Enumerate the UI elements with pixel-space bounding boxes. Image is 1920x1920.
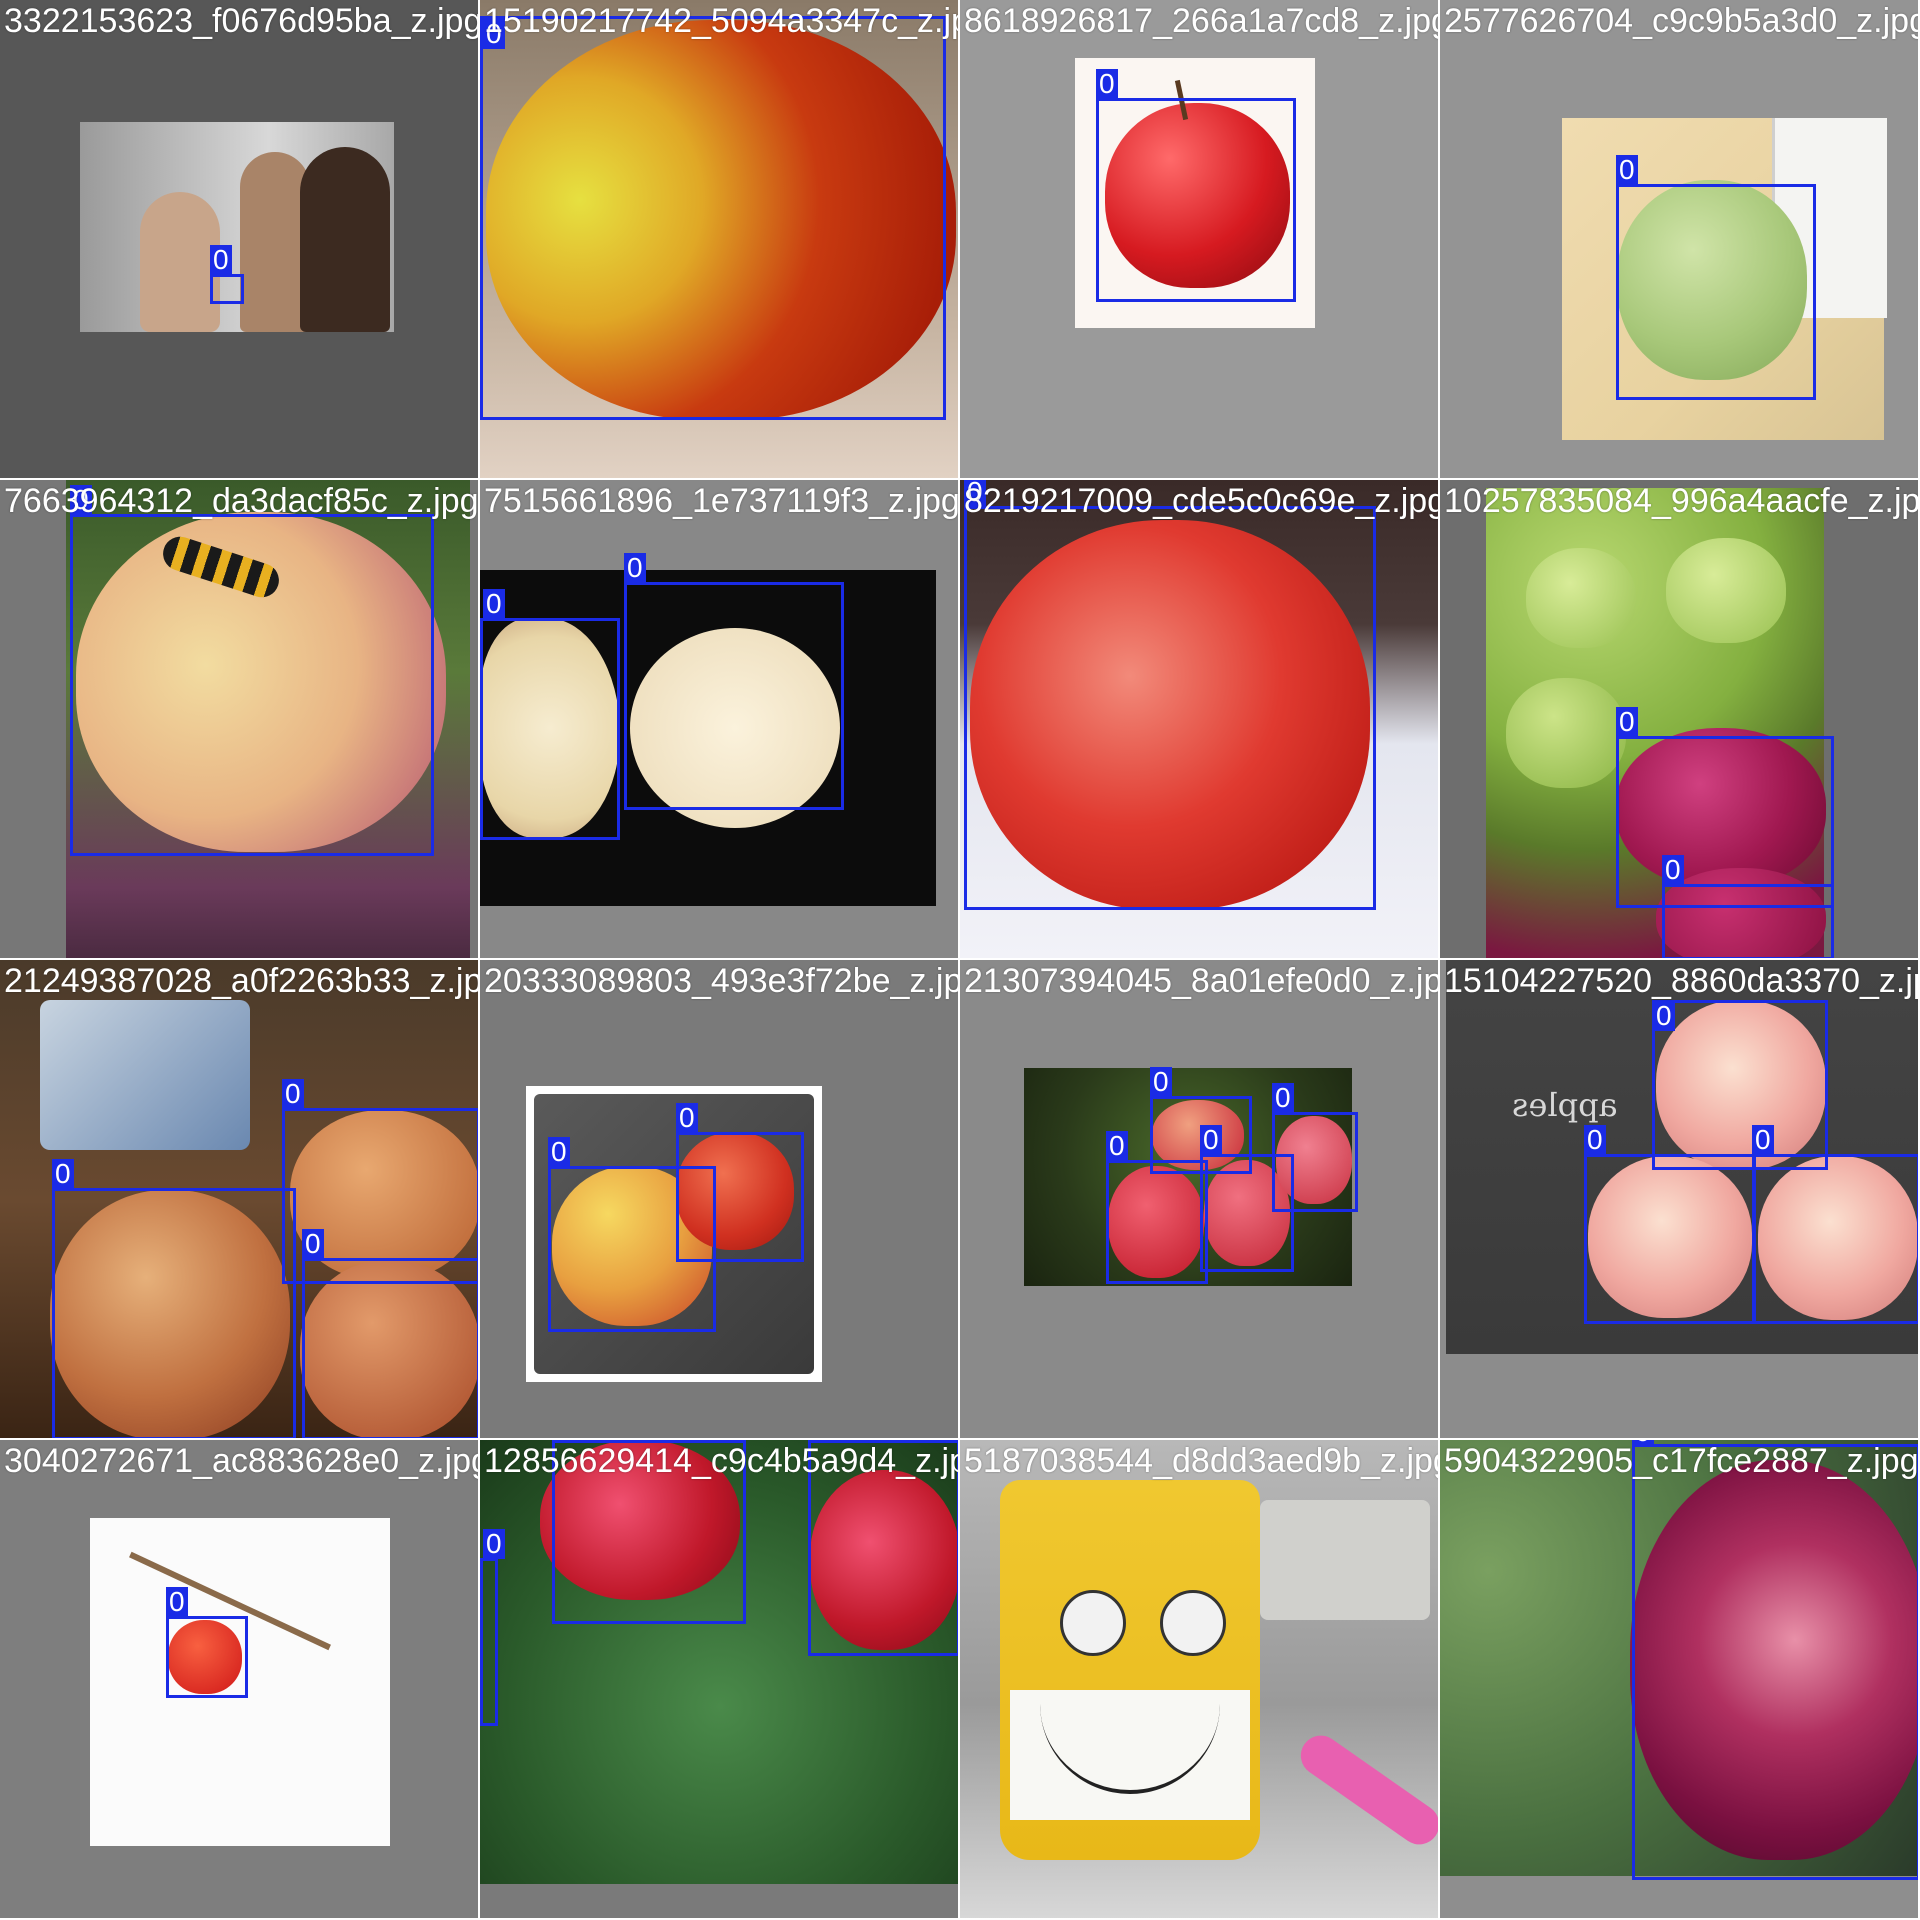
desk-phone <box>1260 1500 1430 1620</box>
tile-0: 0 3322153623_f0676d95ba_z.jpg <box>0 0 480 480</box>
detection-box: 0 <box>302 1229 478 1438</box>
tile-6: 0 8219217009_cde5c0c69e_z.jpg <box>960 480 1440 960</box>
detection-box: 0 <box>676 1103 804 1262</box>
filename-label: 5904322905_c17fce2887_z.jpg <box>1444 1442 1919 1480</box>
tile-5: 0 0 7515661896_1e737119f3_z.jpg <box>480 480 960 960</box>
detection-box: 0 <box>1096 69 1296 302</box>
tile-14: 5187038544_d8dd3aed9b_z.jpg <box>960 1440 1440 1920</box>
detection-box: 0 <box>1652 1000 1828 1170</box>
detection-box: 0 <box>52 1159 296 1438</box>
detection-box: 0 <box>1752 1125 1918 1324</box>
filename-label: 21249387028_a0f2263b33_z.jpg <box>4 962 480 1000</box>
tile-12: 0 3040272671_ac883628e0_z.jpg <box>0 1440 480 1920</box>
detection-box: 0 <box>480 1529 505 1726</box>
class-label: 0 <box>302 1229 324 1259</box>
filename-label: 3040272671_ac883628e0_z.jpg <box>4 1442 480 1480</box>
detection-box: 0 <box>166 1587 248 1698</box>
class-label: 0 <box>1616 155 1638 185</box>
detection-box: 0 <box>624 553 844 810</box>
class-label: 0 <box>1096 69 1118 99</box>
detection-box: 0 <box>480 589 620 840</box>
detection-box: 0 <box>70 485 434 856</box>
apple-green-1 <box>1526 548 1636 648</box>
filename-label: 8618926817_266a1a7cd8_z.jpg <box>964 2 1440 40</box>
highlighter <box>1292 1727 1438 1853</box>
person-man-2 <box>300 147 390 332</box>
detection-box: 0 <box>1632 1440 1918 1880</box>
class-label: 0 <box>1272 1083 1294 1113</box>
person-woman <box>140 192 220 332</box>
filename-label: 15190217742_5094a3347c_z.jpg <box>484 2 960 40</box>
class-label: 0 <box>282 1079 304 1109</box>
detection-box: 0 <box>1616 155 1816 400</box>
filename-label: 12856629414_c9c4b5a9d4_z.jpg <box>484 1442 960 1480</box>
tile-2: 0 8618926817_266a1a7cd8_z.jpg <box>960 0 1440 480</box>
filename-label: 21307394045_8a01efe0d0_z.jpg <box>964 962 1440 1000</box>
detection-box: 0 <box>480 16 946 420</box>
class-label: 0 <box>483 1529 505 1559</box>
detection-box: 0 <box>1584 1125 1756 1324</box>
filename-label: 5187038544_d8dd3aed9b_z.jpg <box>964 1442 1440 1480</box>
tile-11: apples 0 0 0 15104227520_8860da3370_z.jp… <box>1440 960 1920 1440</box>
class-label: 0 <box>166 1587 188 1617</box>
tile-1: 0 15190217742_5094a3347c_z.jpg <box>480 0 960 480</box>
class-label: 0 <box>1150 1067 1172 1097</box>
class-label: 0 <box>483 589 505 619</box>
filename-label: 3322153623_f0676d95ba_z.jpg <box>4 2 480 40</box>
detection-box: 0 <box>210 245 244 304</box>
filename-label: 10257835084_996a4aacfe_z.jpg <box>1444 482 1920 520</box>
class-label: 0 <box>548 1137 570 1167</box>
detection-mosaic: 0 3322153623_f0676d95ba_z.jpg 0 15190217… <box>0 0 1920 1920</box>
class-label: 0 <box>52 1159 74 1189</box>
tile-7: 0 0 10257835084_996a4aacfe_z.jpg <box>1440 480 1920 960</box>
chalk-text: apples <box>1512 1086 1618 1124</box>
class-label: 0 <box>210 245 232 275</box>
tile-13: 0 0 0 12856629414_c9c4b5a9d4_z.jpg <box>480 1440 960 1920</box>
photo-smiley-mug <box>960 1440 1438 1918</box>
filename-label: 8219217009_cde5c0c69e_z.jpg <box>964 482 1440 520</box>
class-label: 0 <box>1106 1131 1128 1161</box>
class-label: 0 <box>1584 1125 1606 1155</box>
mug <box>1000 1480 1260 1860</box>
class-label: 0 <box>1653 1001 1675 1031</box>
bag <box>40 1000 250 1150</box>
class-label: 0 <box>676 1103 698 1133</box>
detection-box: 0 <box>964 480 1376 910</box>
detection-box: 0 <box>1106 1131 1208 1284</box>
class-label: 0 <box>624 553 646 583</box>
filename-label: 2577626704_c9c9b5a3d0_z.jpg <box>1444 2 1920 40</box>
detection-box: 0 <box>1662 855 1834 958</box>
tile-15: 0 5904322905_c17fce2887_z.jpg <box>1440 1440 1920 1920</box>
filename-label: 15104227520_8860da3370_z.jpg <box>1444 962 1920 1000</box>
tile-3: 0 2577626704_c9c9b5a3d0_z.jpg <box>1440 0 1920 480</box>
class-label: 0 <box>1200 1125 1222 1155</box>
tile-8: 0 0 0 21249387028_a0f2263b33_z.jpg <box>0 960 480 1440</box>
class-label: 0 <box>1662 855 1684 885</box>
filename-label: 20333089803_493e3f72be_z.jpg <box>484 962 960 1000</box>
mug-eye-right <box>1160 1590 1226 1656</box>
apple-green-2 <box>1666 538 1786 643</box>
tile-4: 0 7663964312_da3dacf85c_z.jpg <box>0 480 480 960</box>
detection-box: 0 <box>1272 1083 1358 1212</box>
filename-label: 7515661896_1e737119f3_z.jpg <box>484 482 960 520</box>
class-label: 0 <box>1616 707 1638 737</box>
apple-green-3 <box>1506 678 1626 788</box>
tile-9: 0 0 20333089803_493e3f72be_z.jpg <box>480 960 960 1440</box>
detection-box: 0 <box>1616 707 1834 908</box>
tile-10: 0 0 0 0 21307394045_8a01efe0d0_z.jpg <box>960 960 1440 1440</box>
mug-eye-left <box>1060 1590 1126 1656</box>
filename-label: 7663964312_da3dacf85c_z.jpg <box>4 482 479 520</box>
class-label: 0 <box>1752 1125 1774 1155</box>
